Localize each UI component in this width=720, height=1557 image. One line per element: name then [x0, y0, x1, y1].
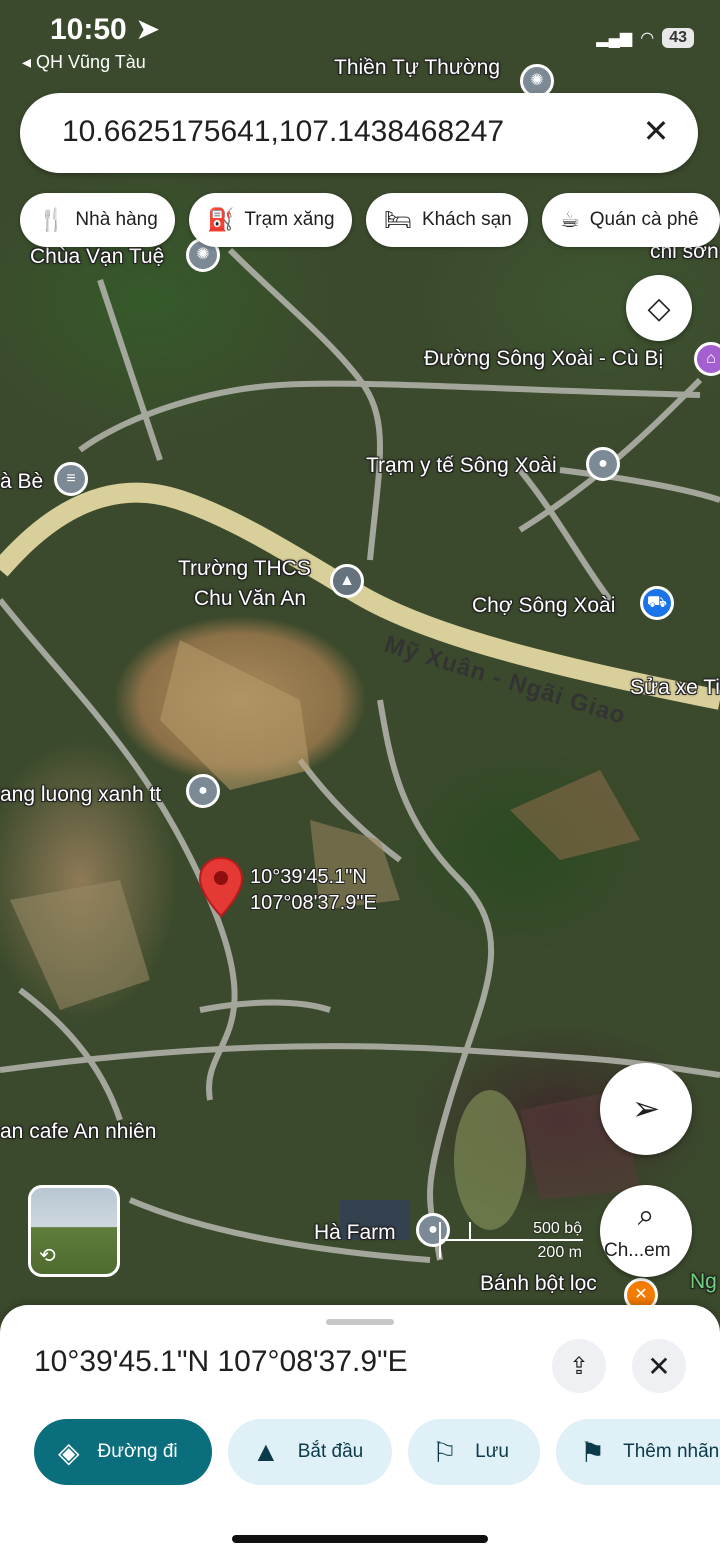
navigation-arrow-icon: ➢ [631, 1090, 661, 1128]
scale-feet: 500 bộ [533, 1220, 582, 1237]
dropped-pin-lat: 10°39'45.1"N [250, 866, 367, 888]
place-label-sua-xe[interactable]: Sửa xe Ti [630, 676, 720, 700]
close-sheet-button[interactable]: ✕ [632, 1339, 686, 1393]
drag-handle[interactable] [326, 1319, 394, 1325]
bridge-pin-icon[interactable]: ≡ [54, 462, 88, 496]
location-arrow-icon: ➤ [135, 13, 161, 46]
place-label-ha-farm[interactable]: Hà Farm [314, 1221, 396, 1245]
search-input[interactable]: 10.6625175641,107.1438468247 [62, 115, 504, 149]
chip-label: Khách sạn [421, 209, 512, 230]
school-pin-icon[interactable]: ▲ [330, 564, 364, 598]
place-label-duong-song-xoai[interactable]: Đường Sông Xoài - Cù Bị [424, 347, 663, 371]
wifi-icon: ◠ [640, 30, 655, 47]
layers-button[interactable]: ◇ [626, 275, 692, 341]
battery-icon: 43 [662, 28, 694, 48]
place-label-ha-be[interactable]: à Bè [0, 470, 43, 494]
lens-button[interactable]: ⌕ [600, 1185, 692, 1277]
action-label: Bắt đầu [297, 1441, 364, 1462]
camera-search-icon: ⌕ [637, 1199, 655, 1232]
place-title: 10°39'45.1"N 107°08'37.9"E [34, 1345, 408, 1378]
directions-icon: ◈ [58, 1436, 80, 1468]
status-bar: 10:50 ➤ ◂ QH Vũng Tàu ▂▄▆ ◠ 43 [0, 0, 720, 80]
chip-label: Nhà hàng [75, 209, 158, 230]
directions-button[interactable]: ◈ Đường đi [34, 1419, 212, 1485]
gas-station-icon: ⛽ [207, 207, 235, 232]
chip-label: Trạm xăng [244, 209, 335, 230]
hotel-icon: 🛏 [384, 207, 412, 232]
place-label-banh-bot-loc[interactable]: Bánh bột lọc [480, 1272, 597, 1296]
map-scale: 500 bộ 200 m [438, 1218, 588, 1266]
cafe-icon: ☕ [560, 207, 580, 232]
time-text: 10:50 [50, 13, 127, 46]
chip-hotels[interactable]: 🛏 Khách sạn [366, 193, 528, 247]
place-pin-icon[interactable]: ● [186, 774, 220, 808]
place-pin-icon[interactable]: ⌂ [694, 342, 720, 376]
start-button[interactable]: ▲ Bắt đầu [228, 1419, 392, 1485]
status-time: 10:50 ➤ [50, 12, 160, 47]
close-icon: ✕ [647, 1350, 671, 1382]
lens-label: Ch...em [604, 1240, 671, 1261]
action-label: Đường đi [97, 1441, 178, 1462]
bookmark-icon: ⚐ [432, 1436, 458, 1468]
scale-meters: 200 m [537, 1244, 582, 1261]
place-label-chua-van-tue[interactable]: Chùa Vạn Tuệ [30, 245, 164, 269]
search-bar[interactable]: 10.6625175641,107.1438468247 ✕ [20, 93, 698, 173]
place-label-truong-thcs[interactable]: Trường THCS [178, 557, 311, 581]
rotate-360-icon: ⟲ [39, 1245, 56, 1267]
restaurant-icon: 🍴 [38, 207, 66, 232]
chip-gas-stations[interactable]: ⛽ Trạm xăng [189, 193, 352, 247]
layers-icon: ◇ [647, 291, 671, 325]
action-label: Thêm nhãn [623, 1441, 720, 1462]
place-label-cho-song-xoai[interactable]: Chợ Sông Xoài [472, 594, 615, 618]
place-label-chu-van-an[interactable]: Chu Văn An [194, 587, 306, 611]
my-location-button[interactable]: ➢ [600, 1063, 692, 1155]
dropped-pin-icon[interactable] [198, 856, 244, 920]
action-label: Lưu [475, 1441, 509, 1462]
action-buttons: ◈ Đường đi ▲ Bắt đầu ⚐ Lưu ⚑ Thêm nhãn [0, 1419, 720, 1485]
shopping-cart-pin-icon[interactable]: ⛟ [640, 586, 674, 620]
status-icons: ▂▄▆ ◠ 43 [596, 28, 694, 48]
signal-icon: ▂▄▆ [596, 30, 633, 47]
home-indicator[interactable] [232, 1535, 488, 1543]
chip-restaurants[interactable]: 🍴 Nhà hàng [20, 193, 175, 247]
share-icon: ⇪ [568, 1352, 590, 1380]
place-label-tram-y-te[interactable]: Trạm y tế Sông Xoài [366, 454, 557, 478]
dropped-pin-coordinates: 10°39'45.1"N 107°08'37.9"E [250, 864, 377, 916]
place-label-ng[interactable]: Ng [690, 1270, 717, 1294]
navigation-icon: ▲ [252, 1436, 280, 1467]
bottom-sheet: 10°39'45.1"N 107°08'37.9"E ⇪ ✕ ◈ Đường đ… [0, 1305, 720, 1557]
place-label-cafe-an-nhien[interactable]: an cafe An nhiên [0, 1120, 156, 1144]
dropped-pin-lng: 107°08'37.9"E [250, 892, 377, 914]
street-view-thumbnail[interactable]: ⟲ [28, 1185, 120, 1277]
place-pin-icon[interactable]: ● [586, 447, 620, 481]
category-chips: 🍴 Nhà hàng ⛽ Trạm xăng 🛏 Khách sạn ☕ Quá… [20, 193, 720, 247]
add-label-button[interactable]: ⚑ Thêm nhãn [556, 1419, 720, 1485]
chip-label: Quán cà phê [589, 209, 699, 230]
save-button[interactable]: ⚐ Lưu [408, 1419, 540, 1485]
back-to-app[interactable]: ◂ QH Vũng Tàu [22, 52, 146, 73]
place-label-nang-luong[interactable]: ang luong xanh tt [0, 783, 161, 807]
share-button[interactable]: ⇪ [552, 1339, 606, 1393]
chip-cafes[interactable]: ☕ Quán cà phê [542, 193, 720, 247]
flag-icon: ⚑ [580, 1436, 606, 1468]
close-icon[interactable]: ✕ [636, 111, 676, 151]
